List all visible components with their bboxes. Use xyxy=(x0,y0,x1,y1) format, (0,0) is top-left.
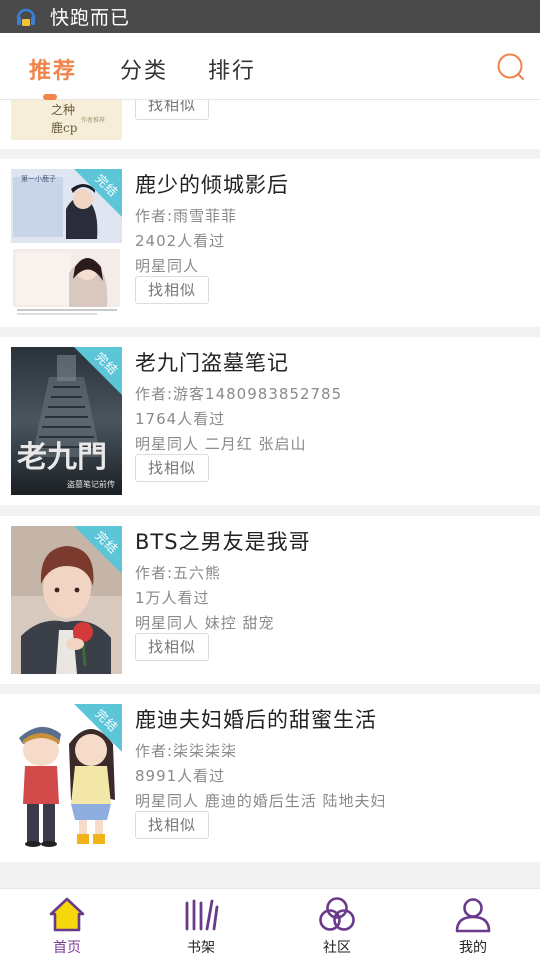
tab-recommend[interactable]: 推荐 xyxy=(29,53,77,85)
book-cover[interactable]: 完结 xyxy=(11,526,122,674)
status-bar: 快跑而已 xyxy=(0,0,540,33)
finished-badge: 完结 xyxy=(74,704,122,752)
nav-label-profile: 我的 xyxy=(459,940,487,956)
top-nav: 推荐 分类 排行 xyxy=(0,33,540,100)
book-title[interactable]: 鹿少的倾城影后 xyxy=(135,169,289,199)
svg-text:盗墓笔记前传: 盗墓笔记前传 xyxy=(67,479,115,489)
find-similar-button[interactable]: 找相似 xyxy=(135,276,209,304)
book-info: 鹿迪夫妇婚后的甜蜜生活 作者:柒柒柒柒 8991人看过 明星同人 鹿迪的婚后生活… xyxy=(135,704,387,811)
bottom-nav: 首页 书架 社区 我的 xyxy=(0,888,540,960)
nav-item-community[interactable]: 社区 xyxy=(297,895,377,957)
svg-text:之种: 之种 xyxy=(51,103,75,117)
book-cover: 之种 鹿cp 作者推荐 xyxy=(11,100,122,140)
book-views: 8991人看过 xyxy=(135,767,226,785)
book-author: 作者:游客1480983852785 xyxy=(135,385,343,403)
book-title[interactable]: BTS之男友是我哥 xyxy=(135,526,311,556)
book-card[interactable]: 完结 BTS之男友是我哥 作者:五六熊 1万人看过 明星同人 妹控 甜宠 找相似 xyxy=(0,516,540,684)
nav-item-profile[interactable]: 我的 xyxy=(433,895,513,957)
book-info: 鹿少的倾城影后 作者:雨雪菲菲 2402人看过 明星同人 xyxy=(135,169,289,276)
tab-ranking[interactable]: 排行 xyxy=(208,53,256,85)
profile-icon xyxy=(455,898,491,933)
book-card[interactable]: 完结 鹿迪夫妇婚后的甜蜜生活 作者:柒柒柒柒 8991人看过 明星同人 鹿迪的婚… xyxy=(0,694,540,862)
book-title[interactable]: 老九门盗墓笔记 xyxy=(135,347,342,377)
svg-text:鹿cp: 鹿cp xyxy=(51,120,78,135)
finished-badge: 完结 xyxy=(74,526,122,574)
svg-text:第一小鹿子: 第一小鹿子 xyxy=(21,174,56,183)
book-info: 老九门盗墓笔记 作者:游客1480983852785 1764人看过 明星同人 … xyxy=(135,347,342,454)
cover-image: 之种 鹿cp 作者推荐 xyxy=(11,100,122,140)
bookshelf-icon xyxy=(185,899,219,931)
book-author: 作者:柒柒柒柒 xyxy=(135,742,238,760)
nav-item-bookshelf[interactable]: 书架 xyxy=(161,895,241,957)
book-author: 作者:雨雪菲菲 xyxy=(135,207,238,225)
nav-label-bookshelf: 书架 xyxy=(187,940,215,956)
book-info: BTS之男友是我哥 作者:五六熊 1万人看过 明星同人 妹控 甜宠 xyxy=(135,526,311,633)
book-tags: 明星同人 妹控 甜宠 xyxy=(135,614,275,632)
book-views: 1万人看过 xyxy=(135,589,210,607)
book-views: 2402人看过 xyxy=(135,232,226,250)
search-icon[interactable] xyxy=(496,52,526,82)
community-icon xyxy=(319,897,355,931)
find-similar-button[interactable]: 找相似 xyxy=(135,633,209,661)
book-card[interactable]: 老九門 盗墓笔记前传 完结 老九门盗墓笔记 作者:游客1480983852785… xyxy=(0,337,540,505)
home-icon xyxy=(49,897,85,932)
book-tags: 明星同人 xyxy=(135,257,200,275)
book-cover[interactable]: 完结 xyxy=(11,704,122,852)
book-cover[interactable]: 老九門 盗墓笔记前传 完结 xyxy=(11,347,122,495)
book-feed[interactable]: 之种 鹿cp 作者推荐 找相似 第一小鹿子 完结 鹿少的倾城影后 作者:雨雪菲菲… xyxy=(0,100,540,888)
book-card-partial[interactable]: 之种 鹿cp 作者推荐 找相似 xyxy=(0,100,540,149)
app-name: 快跑而已 xyxy=(50,7,131,29)
nav-label-community: 社区 xyxy=(323,940,351,956)
finished-badge: 完结 xyxy=(74,347,122,395)
svg-text:作者推荐: 作者推荐 xyxy=(81,116,105,124)
find-similar-button[interactable]: 找相似 xyxy=(135,811,209,839)
book-views: 1764人看过 xyxy=(135,410,226,428)
find-similar-button[interactable]: 找相似 xyxy=(135,454,209,482)
app-notification-icon xyxy=(16,8,36,26)
tab-category[interactable]: 分类 xyxy=(120,53,168,85)
finished-badge: 完结 xyxy=(74,169,122,217)
book-author: 作者:五六熊 xyxy=(135,564,222,582)
book-cover[interactable]: 第一小鹿子 完结 xyxy=(11,169,122,317)
nav-item-home[interactable]: 首页 xyxy=(27,895,107,957)
book-title[interactable]: 鹿迪夫妇婚后的甜蜜生活 xyxy=(135,704,387,734)
book-tags: 明星同人 二月红 张启山 xyxy=(135,435,307,453)
nav-label-home: 首页 xyxy=(53,940,81,956)
book-card[interactable]: 第一小鹿子 完结 鹿少的倾城影后 作者:雨雪菲菲 2402人看过 明星同人 找相… xyxy=(0,159,540,327)
cover-title-art: 老九門 xyxy=(17,440,107,475)
book-tags: 明星同人 鹿迪的婚后生活 陆地夫妇 xyxy=(135,792,387,810)
find-similar-button[interactable]: 找相似 xyxy=(135,100,209,120)
